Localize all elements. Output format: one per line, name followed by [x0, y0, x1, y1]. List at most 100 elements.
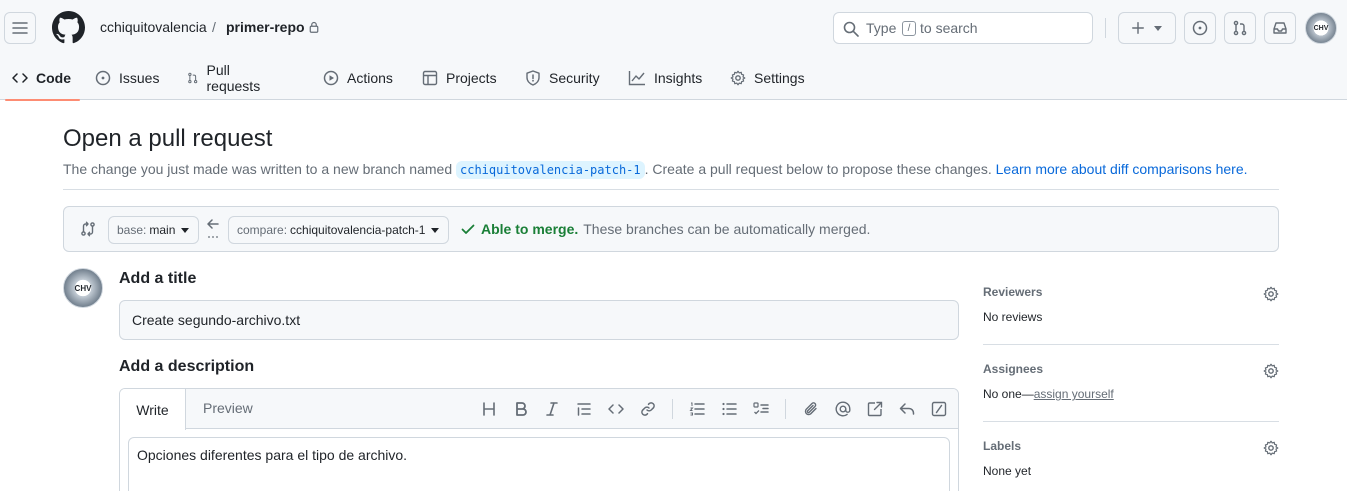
gear-icon [730, 70, 746, 86]
saved-reply-button[interactable] [898, 400, 916, 418]
create-new-button[interactable] [1118, 12, 1176, 44]
merge-status-detail: These branches can be automatically merg… [583, 221, 871, 237]
unordered-list-button[interactable] [720, 400, 738, 418]
arrow-left-icon [206, 219, 220, 241]
labels-heading[interactable]: Labels [983, 439, 1021, 453]
labels-gear-button[interactable] [1263, 440, 1279, 456]
tab-security-label: Security [549, 70, 600, 86]
search-placeholder-after: to search [920, 20, 978, 36]
reviewers-heading[interactable]: Reviewers [983, 285, 1042, 299]
repo-owner-link[interactable]: cchiquitovalencia [100, 19, 207, 35]
pull-requests-button[interactable] [1224, 12, 1256, 44]
description-editor: Write Preview Opciones diferentes para e… [119, 388, 959, 491]
plus-icon [1132, 22, 1144, 34]
ordered-list-button[interactable] [688, 400, 706, 418]
italic-button[interactable] [543, 400, 561, 418]
merge-status-label: Able to merge. [481, 221, 579, 237]
triangle-down-icon [431, 228, 440, 233]
subtitle-text-before: The change you just made was written to … [63, 161, 456, 177]
tab-issues[interactable]: Issues [95, 56, 159, 100]
triangle-down-icon [1154, 26, 1162, 31]
table-icon [422, 70, 438, 86]
search-input[interactable]: Type / to search [833, 12, 1093, 44]
reference-button[interactable] [866, 400, 884, 418]
mention-button[interactable] [834, 400, 852, 418]
gear-icon [1263, 440, 1279, 456]
base-branch-value: main [149, 223, 176, 237]
tab-actions[interactable]: Actions [323, 56, 393, 100]
branch-name-code: cchiquitovalencia-patch-1 [456, 161, 645, 179]
gear-icon [1263, 286, 1279, 302]
tab-preview[interactable]: Preview [203, 400, 253, 416]
git-compare-icon [80, 221, 96, 237]
labels-value: None yet [983, 464, 1032, 478]
tab-projects[interactable]: Projects [422, 56, 497, 100]
add-description-heading: Add a description [119, 358, 255, 375]
reviewers-gear-button[interactable] [1263, 286, 1279, 302]
git-pull-request-icon [1233, 20, 1247, 36]
reviewers-value: No reviews [983, 310, 1043, 324]
code-icon [12, 73, 28, 83]
inbox-button[interactable] [1264, 12, 1296, 44]
tab-settings[interactable]: Settings [730, 56, 805, 100]
user-avatar[interactable]: CHV [1305, 12, 1337, 44]
code-button[interactable] [607, 400, 625, 418]
compare-bar: base: main compare: cchiquitovalencia-pa… [63, 206, 1279, 252]
page-title: Open a pull request [63, 125, 273, 152]
pr-title-input[interactable] [119, 300, 959, 340]
issue-opened-icon [1192, 20, 1208, 36]
pr-description-textarea[interactable]: Opciones diferentes para el tipo de arch… [128, 437, 950, 491]
sidebar-divider [983, 421, 1279, 422]
assignees-heading[interactable]: Assignees [983, 362, 1043, 376]
subtitle-text-after: . Create a pull request below to propose… [644, 161, 996, 177]
tab-code[interactable]: Code [5, 56, 80, 101]
base-branch-select[interactable]: base: main [108, 216, 200, 244]
assignees-value: No one—assign yourself [983, 387, 1114, 401]
link-icon [641, 402, 655, 416]
issues-button[interactable] [1184, 12, 1216, 44]
code-icon [608, 404, 624, 414]
tab-code-label: Code [36, 70, 71, 86]
tab-security[interactable]: Security [525, 56, 600, 100]
link-button[interactable] [639, 400, 657, 418]
quote-icon [577, 403, 591, 416]
tab-pull-requests-label: Pull requests [206, 62, 261, 94]
search-shortcut-key: / [902, 21, 916, 36]
check-icon [461, 224, 475, 234]
attach-button[interactable] [802, 400, 820, 418]
assignees-gear-button[interactable] [1263, 363, 1279, 379]
slash-commands-button[interactable] [930, 400, 948, 418]
heading-icon [483, 402, 495, 416]
tab-pull-requests[interactable]: Pull requests [187, 56, 265, 100]
base-branch-label: base: [117, 223, 147, 237]
repo-name-link[interactable]: primer-repo [226, 19, 305, 35]
git-pull-request-icon [188, 72, 198, 84]
italic-icon [546, 402, 558, 416]
assignees-none-text: No one— [983, 387, 1034, 401]
paperclip-icon [804, 402, 817, 416]
compare-branch-select[interactable]: compare: cchiquitovalencia-patch-1 [228, 216, 450, 244]
cross-reference-icon [867, 401, 883, 417]
tab-insights[interactable]: Insights [628, 56, 702, 100]
global-header: cchiquitovalencia / primer-repo Type / t… [0, 0, 1347, 101]
toolbar-divider [672, 399, 673, 419]
tab-actions-label: Actions [347, 70, 393, 86]
page-subtitle: The change you just made was written to … [63, 161, 1248, 179]
add-title-heading: Add a title [119, 270, 197, 287]
toolbar-divider [785, 399, 786, 419]
github-logo-icon[interactable] [52, 11, 85, 44]
learn-more-link[interactable]: Learn more about diff comparisons here. [996, 161, 1248, 177]
assign-yourself-link[interactable]: assign yourself [1034, 387, 1114, 401]
search-icon [843, 21, 859, 37]
heading-button[interactable] [480, 400, 498, 418]
tab-write[interactable]: Write [120, 389, 186, 430]
slash-square-icon [931, 401, 947, 417]
play-icon [323, 70, 339, 86]
shield-icon [526, 70, 540, 86]
bold-button[interactable] [512, 400, 530, 418]
triangle-down-icon [181, 228, 190, 233]
quote-button[interactable] [575, 400, 593, 418]
menu-button[interactable] [4, 12, 36, 44]
tab-projects-label: Projects [446, 70, 497, 86]
task-list-button[interactable] [752, 400, 770, 418]
